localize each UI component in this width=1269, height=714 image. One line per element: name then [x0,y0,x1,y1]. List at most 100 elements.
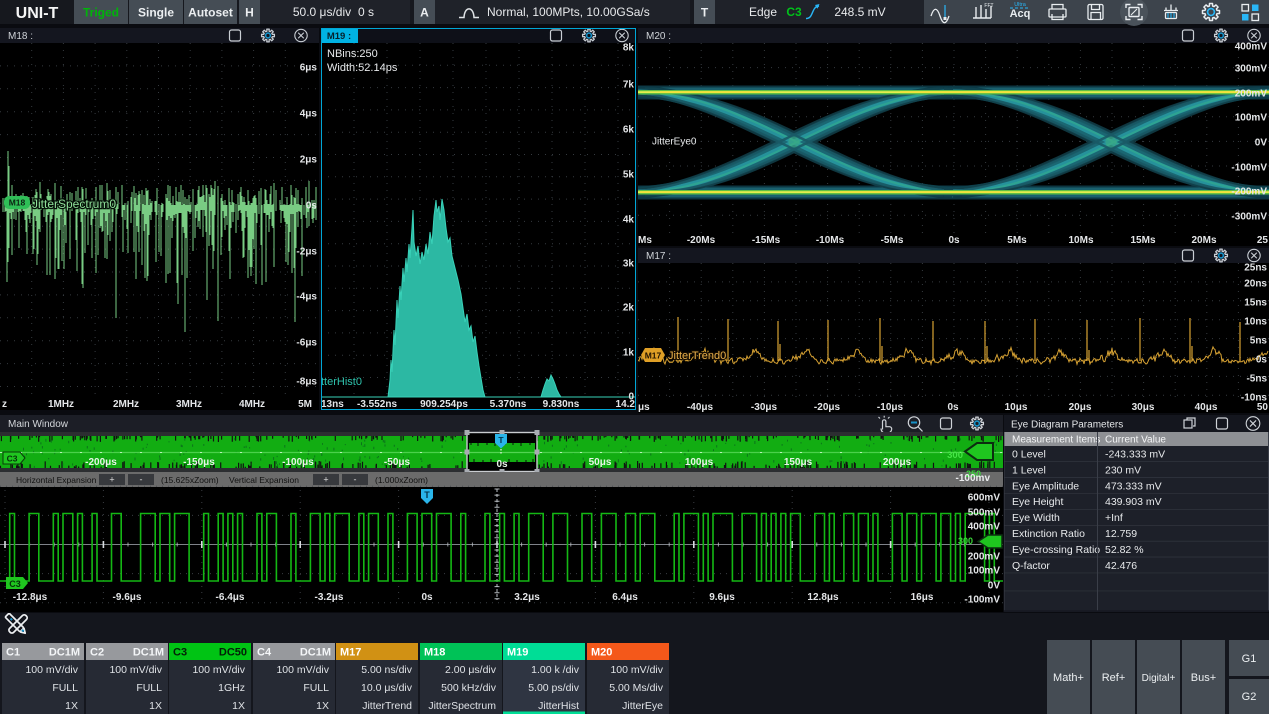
svg-text:20ns: 20ns [1244,279,1267,290]
svg-text:300: 300 [958,536,973,546]
svg-text:6.4μs: 6.4μs [612,592,638,603]
svg-text:Eye-crossing Ratio: Eye-crossing Ratio [1012,544,1100,556]
svg-text:500mV: 500mV [968,508,1001,519]
svg-text:2μs: 2μs [300,155,318,166]
svg-text:JitterTrend0: JitterTrend0 [668,350,726,362]
svg-text:200mV: 200mV [968,552,1001,563]
svg-text:9.830ns: 9.830ns [543,399,580,410]
svg-text:500 kHz/div: 500 kHz/div [441,682,497,694]
svg-text:Digital+: Digital+ [1142,673,1176,684]
svg-text:5k: 5k [623,170,635,181]
svg-text:Single: Single [138,6,174,20]
svg-text:Current Value: Current Value [1105,435,1166,446]
svg-text:Eye Height: Eye Height [1012,496,1063,508]
svg-text:150μs: 150μs [784,457,813,468]
svg-text:50μs: 50μs [589,457,612,468]
svg-text:DC1M: DC1M [133,647,164,659]
svg-text:Ultra: Ultra [1014,2,1027,8]
svg-text:0s: 0s [421,592,433,603]
svg-text:M18: M18 [9,198,26,208]
svg-text:Ref+: Ref+ [1102,672,1126,684]
svg-text:0s: 0s [947,402,959,413]
svg-text:400mV: 400mV [968,522,1001,533]
svg-text:-20μs: -20μs [814,402,841,413]
svg-text:-200mV: -200mV [1231,187,1267,198]
svg-text:(15.625xZoom): (15.625xZoom) [161,475,219,485]
svg-text:2MHz: 2MHz [113,399,139,410]
svg-text:Extinction Ratio: Extinction Ratio [1012,528,1085,540]
svg-text:-200μs: -200μs [85,457,117,468]
svg-text:Bus+: Bus+ [1191,672,1216,684]
svg-text:tterHist0: tterHist0 [321,376,362,388]
svg-text:5ns: 5ns [1250,336,1268,347]
svg-text:12.759: 12.759 [1105,528,1137,540]
svg-text:1X: 1X [232,700,245,712]
svg-text:20Ms: 20Ms [1191,235,1216,246]
svg-text:C4: C4 [257,647,272,659]
svg-text:-20Ms: -20Ms [687,235,716,246]
svg-text:5Ms: 5Ms [1007,235,1027,246]
svg-text:Acq: Acq [1010,8,1031,20]
svg-text:+: + [109,475,114,485]
svg-text:15ns: 15ns [1244,298,1267,309]
svg-text:-5Ms: -5Ms [881,235,904,246]
svg-text:A: A [420,6,429,20]
svg-text:Horizontal Expansion: Horizontal Expansion [16,475,97,485]
svg-text:C1: C1 [6,647,20,659]
svg-text:100 mV/div: 100 mV/div [276,664,329,676]
svg-text:FFT: FFT [984,3,993,9]
svg-text:4MHz: 4MHz [239,399,265,410]
svg-text:-12.8μs: -12.8μs [13,592,48,603]
svg-text:-9.6μs: -9.6μs [113,592,142,603]
svg-text:Vertical Expansion: Vertical Expansion [229,475,299,485]
svg-text:C3: C3 [7,454,18,464]
svg-text:40μs: 40μs [1195,402,1218,413]
svg-text:T: T [701,6,709,20]
svg-text:Eye Width: Eye Width [1012,512,1060,524]
svg-text:-8μs: -8μs [296,377,317,388]
svg-text:-3.552ns: -3.552ns [357,399,397,410]
svg-text:-: - [140,475,143,485]
svg-text:-3.2μs: -3.2μs [315,592,344,603]
svg-text:-150μs: -150μs [183,457,215,468]
svg-text:M20 :: M20 : [646,31,671,42]
svg-text:FULL: FULL [303,682,329,694]
svg-text:+Inf: +Inf [1105,512,1123,524]
svg-text:8k: 8k [623,43,635,54]
svg-text:JitterEye: JitterEye [622,700,663,712]
svg-text:1 Level: 1 Level [1012,464,1046,476]
svg-text:-10μs: -10μs [877,402,904,413]
svg-text:-6μs: -6μs [296,338,317,349]
svg-text:C2: C2 [90,647,104,659]
svg-text:4k: 4k [623,215,635,226]
svg-text:-100mv: -100mv [956,473,991,484]
svg-text:600mV: 600mV [968,493,1001,504]
svg-text:DC1M: DC1M [49,647,80,659]
svg-text:1X: 1X [65,700,78,712]
svg-text:2.00 μs/div: 2.00 μs/div [445,664,497,676]
svg-text:5M: 5M [298,399,312,410]
svg-text:FULL: FULL [52,682,78,694]
svg-text:1X: 1X [149,700,162,712]
svg-text:25: 25 [1257,235,1269,246]
svg-text:-5ns: -5ns [1246,374,1267,385]
svg-text:DC50: DC50 [219,647,247,659]
svg-text:6μs: 6μs [300,63,318,74]
svg-text:Main Window: Main Window [8,419,69,430]
svg-text:UNI-T: UNI-T [16,5,59,22]
svg-text:(1.000xZoom): (1.000xZoom) [375,475,428,485]
svg-text:100mV: 100mV [968,566,1001,577]
svg-text:-300mV: -300mV [1231,212,1267,223]
svg-text:1k: 1k [623,348,635,359]
svg-text:μs: μs [638,402,650,413]
svg-text:NBins:250: NBins:250 [327,48,378,60]
svg-text:100mV: 100mV [1235,113,1268,124]
svg-text:C3: C3 [9,579,21,589]
svg-text:JitterEye0: JitterEye0 [652,137,697,148]
svg-text:300: 300 [947,450,963,461]
svg-text:1X: 1X [316,700,329,712]
svg-text:M17 :: M17 : [646,251,671,262]
svg-text:-6.4μs: -6.4μs [216,592,245,603]
svg-text:M17: M17 [340,647,361,659]
svg-text:10μs: 10μs [1005,402,1028,413]
